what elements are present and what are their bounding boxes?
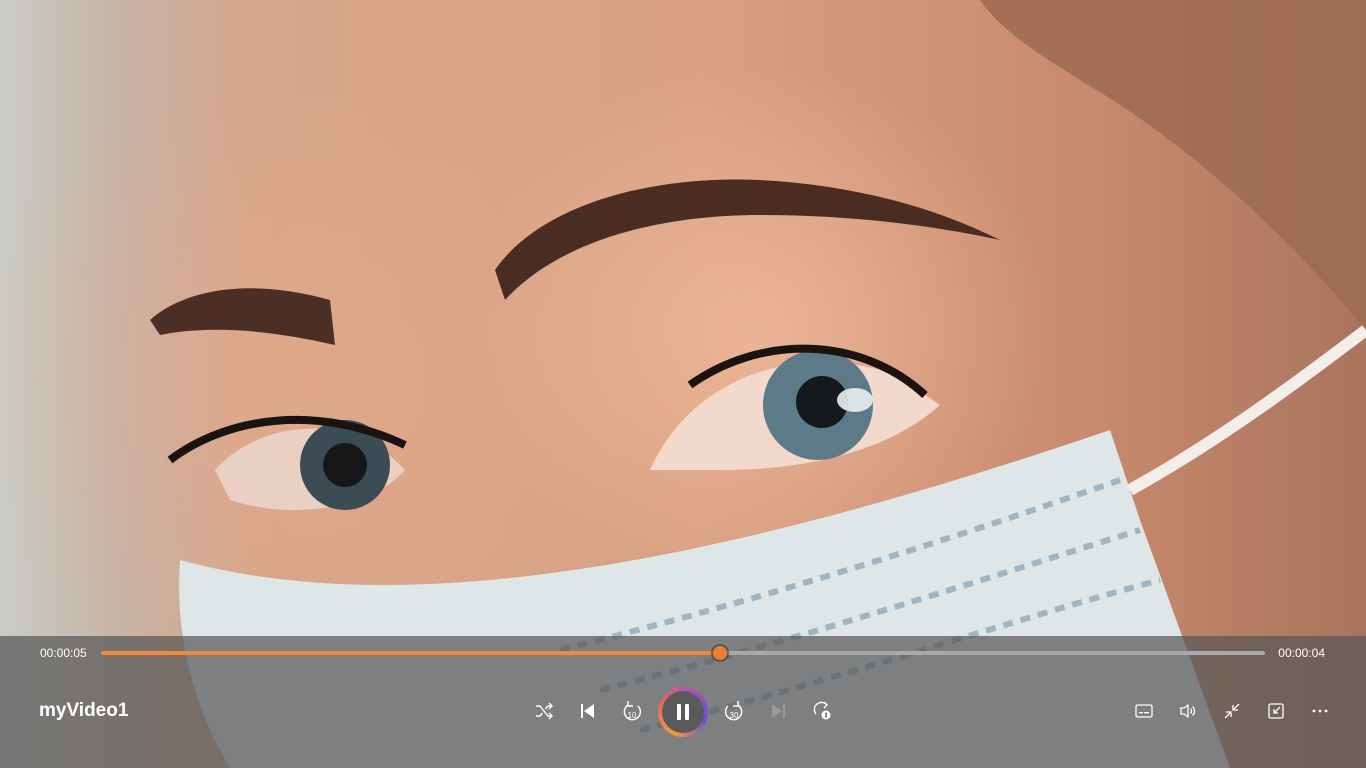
shuffle-button[interactable] (526, 693, 562, 729)
seek-bar-progress (101, 651, 721, 655)
volume-button[interactable] (1170, 693, 1206, 729)
skip-previous-icon (581, 704, 594, 718)
previous-button[interactable] (570, 693, 606, 729)
current-time: 00:00:05 (40, 646, 87, 660)
total-time: 00:00:04 (1278, 646, 1325, 660)
seek-bar[interactable] (101, 646, 1265, 660)
volume-icon (1180, 703, 1196, 719)
play-pause-button[interactable] (658, 687, 708, 737)
forward-30-icon: 30 (724, 701, 743, 721)
mini-player-button[interactable] (1258, 693, 1294, 729)
rewind-10-icon: 10 (623, 701, 642, 721)
exit-fullscreen-button[interactable] (1214, 693, 1250, 729)
forward-30-button[interactable]: 30 (716, 693, 752, 729)
captions-button[interactable] (1126, 693, 1162, 729)
repeat-one-icon (813, 701, 831, 720)
rewind-10-button[interactable]: 10 (614, 693, 650, 729)
skip-next-icon (772, 704, 785, 718)
svg-text:30: 30 (730, 711, 739, 720)
shuffle-icon (536, 702, 553, 720)
video-title: myVideo1 (39, 700, 129, 721)
next-button[interactable] (760, 693, 796, 729)
exit-fullscreen-icon (1224, 703, 1240, 719)
svg-text:10: 10 (628, 711, 637, 720)
repeat-button[interactable] (804, 693, 840, 729)
more-options-button[interactable] (1302, 693, 1338, 729)
mini-player-icon (1268, 703, 1284, 719)
closed-captions-icon (1135, 704, 1153, 718)
pause-icon (677, 704, 689, 720)
more-horizontal-icon (1312, 709, 1328, 713)
